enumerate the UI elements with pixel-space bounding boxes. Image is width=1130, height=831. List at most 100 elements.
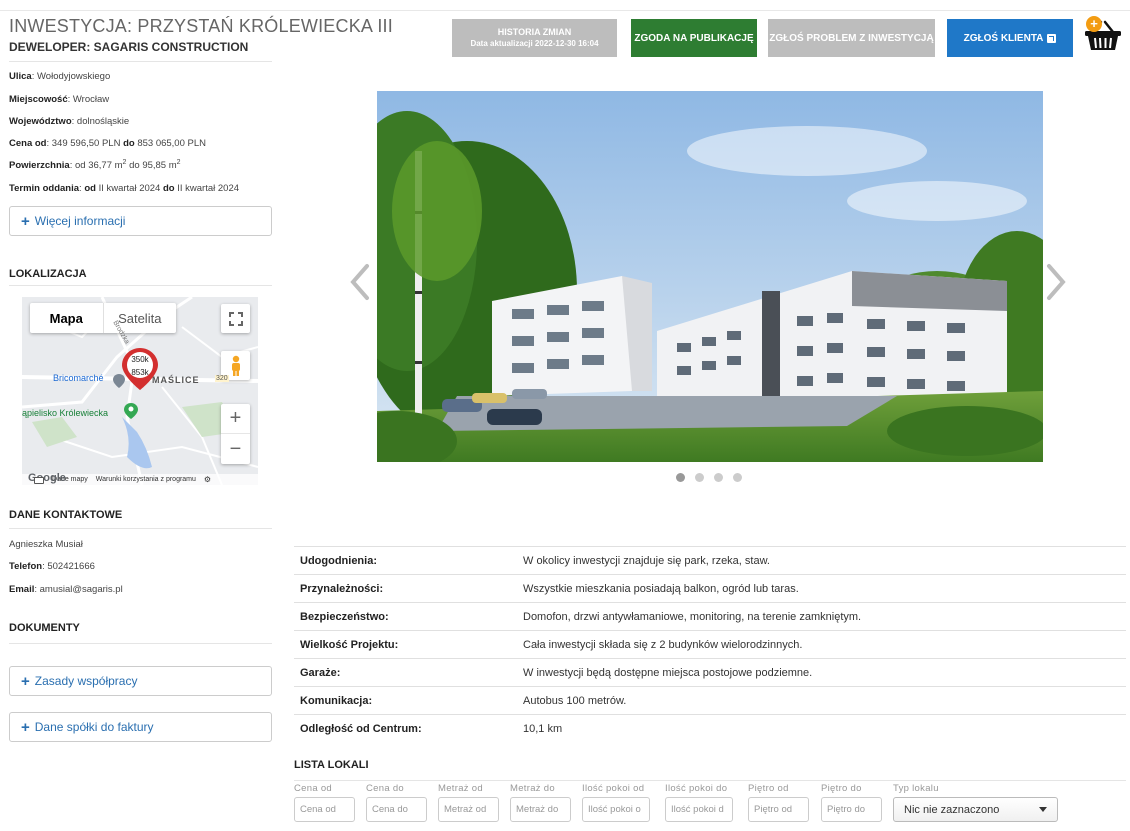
listing-title: LISTA LOKALI	[294, 759, 369, 771]
filter-input[interactable]	[582, 797, 650, 822]
contact-phone: Telefon: 502421666	[9, 561, 95, 572]
details-label: Przynależności:	[300, 582, 384, 595]
building-rendering	[377, 91, 1043, 462]
divider	[9, 643, 272, 644]
keyboard-icon[interactable]	[34, 477, 44, 484]
details-row: Bezpieczeństwo: Domofon, drzwi antywłaman…	[294, 603, 1126, 631]
details-label: Garaże:	[300, 666, 341, 679]
history-update-date: Data aktualizacji 2022-12-30 16:04	[470, 39, 599, 48]
map-place-kapielisko: ąpielisko Królewiecka	[22, 408, 109, 418]
info-area: Powierzchnia: od 36,77 m2 do 95,85 m2	[9, 159, 181, 172]
filter-input[interactable]	[510, 797, 571, 822]
details-label: Udogodnienia:	[300, 554, 377, 567]
details-row: Przynależności: Wszystkie mieszkania posi…	[294, 575, 1126, 603]
document-invoice-data[interactable]: + Dane spółki do faktury	[9, 712, 272, 742]
divider	[9, 285, 272, 286]
filter-label: Cena od	[294, 783, 333, 794]
report-client-button[interactable]: ZGŁOŚ KLIENTA	[947, 19, 1073, 57]
filter-group: Typ lokalu Nic nie zaznaczono	[893, 783, 1058, 822]
gallery-dot[interactable]	[676, 473, 685, 482]
investment-pin-label: 350k 853k	[131, 355, 149, 377]
filter-group: Ilość pokoi od	[582, 783, 650, 822]
zoom-in-button[interactable]: +	[221, 404, 250, 434]
details-value: Domofon, drzwi antywłamaniowe, monitorin…	[523, 610, 862, 623]
history-button[interactable]: HISTORIA ZMIAN Data aktualizacji 2022-12…	[452, 19, 617, 57]
filter-label: Typ lokalu	[893, 783, 939, 794]
map-settings-icon[interactable]: ⚙	[204, 475, 211, 484]
filter-input[interactable]	[438, 797, 499, 822]
details-value: Cała inwestycji składa się z 2 budynków …	[523, 638, 803, 651]
filter-group: Cena do	[366, 783, 427, 822]
filter-label: Cena do	[366, 783, 405, 794]
info-region: Województwo: dolnośląskie	[9, 116, 130, 127]
gallery-pagination	[676, 473, 742, 482]
more-info-button[interactable]: + Więcej informacji	[9, 206, 272, 236]
gallery-dot[interactable]	[714, 473, 723, 482]
plus-icon: +	[21, 718, 30, 736]
filter-input[interactable]	[821, 797, 882, 822]
chevron-down-icon	[1039, 807, 1047, 812]
filter-label: Piętro od	[748, 783, 789, 794]
document-label: Dane spółki do faktury	[34, 720, 154, 734]
info-term: Termin oddania: od II kwartał 2024 do II…	[9, 183, 240, 194]
filter-group: Piętro od	[748, 783, 809, 822]
filter-input[interactable]	[748, 797, 809, 822]
details-value: W inwestycji będą dostępne miejsca posto…	[523, 666, 813, 679]
map-footer: Google Dane mapy Warunki korzystania z p…	[22, 472, 258, 485]
map-terms-link[interactable]: Warunki korzystania z programu	[96, 476, 196, 483]
details-row: Garaże: W inwestycji będą dostępne miejsc…	[294, 659, 1126, 687]
fullscreen-icon	[228, 311, 243, 326]
filter-group: Metraż od	[438, 783, 499, 822]
external-link-icon	[1047, 33, 1057, 43]
gallery-dot[interactable]	[733, 473, 742, 482]
info-city: Miejscowość: Wrocław	[9, 94, 110, 105]
filter-input[interactable]	[366, 797, 427, 822]
details-table: Udogodnienia: W okolicy inwestycji znajdu…	[294, 546, 1126, 743]
filter-label: Metraż od	[438, 783, 483, 794]
filter-group: Ilość pokoi do	[665, 783, 733, 822]
unit-type-value: Nic nie zaznaczono	[904, 803, 1000, 816]
documents-title: DOKUMENTY	[9, 622, 80, 634]
filter-label: Ilość pokoi od	[582, 783, 645, 794]
map-road-number: 320	[215, 375, 229, 382]
publication-consent-button[interactable]: ZGODA NA PUBLIKACJĘ	[631, 19, 757, 57]
gallery-dot[interactable]	[695, 473, 704, 482]
map-place-bricomarche: Bricomarché	[53, 373, 104, 383]
report-client-label: ZGŁOŚ KLIENTA	[963, 32, 1044, 44]
info-street: Ulica: Wołodyjowskiego	[9, 71, 111, 82]
filter-label: Ilość pokoi do	[665, 783, 728, 794]
plus-icon: +	[229, 407, 242, 429]
gallery-image[interactable]	[377, 91, 1043, 462]
filter-input[interactable]	[665, 797, 733, 822]
contact-email: Email: amusial@sagaris.pl	[9, 584, 123, 595]
minus-icon: −	[229, 437, 242, 460]
filter-label: Metraż do	[510, 783, 555, 794]
top-divider	[0, 10, 1130, 11]
details-row: Wielkość Projektu: Cała inwestycji składa…	[294, 631, 1126, 659]
gallery-next-button[interactable]	[1043, 262, 1069, 302]
gallery-prev-button[interactable]	[347, 262, 373, 302]
document-cooperation-rules[interactable]: + Zasady współpracy	[9, 666, 272, 696]
basket-add-badge: +	[1086, 16, 1102, 32]
document-label: Zasady współpracy	[34, 674, 138, 688]
details-label: Komunikacja:	[300, 694, 373, 707]
details-value: W okolicy inwestycji znajduje się park, …	[523, 554, 770, 567]
map-tab-map[interactable]: Mapa	[30, 303, 104, 333]
filter-group: Cena od	[294, 783, 355, 822]
plus-icon: +	[21, 672, 30, 690]
fullscreen-button[interactable]	[221, 304, 250, 333]
filter-group: Piętro do	[821, 783, 882, 822]
unit-type-select[interactable]: Nic nie zaznaczono	[893, 797, 1058, 822]
details-row: Odległość od Centrum: 10,1 km	[294, 715, 1126, 743]
location-map[interactable]: Mapa Satelita + − Bricomarché MAŚLICE ąp…	[22, 297, 258, 485]
pegman-icon	[231, 355, 240, 376]
details-label: Wielkość Projektu:	[300, 638, 399, 651]
basket-button[interactable]: +	[1083, 14, 1123, 54]
investment-title: INWESTYCJA: PRZYSTAŃ KRÓLEWIECKA III	[9, 16, 393, 36]
details-row: Udogodnienia: W okolicy inwestycji znajdu…	[294, 547, 1126, 575]
zoom-out-button[interactable]: −	[221, 434, 250, 464]
filter-group: Metraż do	[510, 783, 571, 822]
filter-input[interactable]	[294, 797, 355, 822]
details-row: Komunikacja: Autobus 100 metrów.	[294, 687, 1126, 715]
report-problem-button[interactable]: ZGŁOŚ PROBLEM Z INWESTYCJĄ	[768, 19, 935, 57]
